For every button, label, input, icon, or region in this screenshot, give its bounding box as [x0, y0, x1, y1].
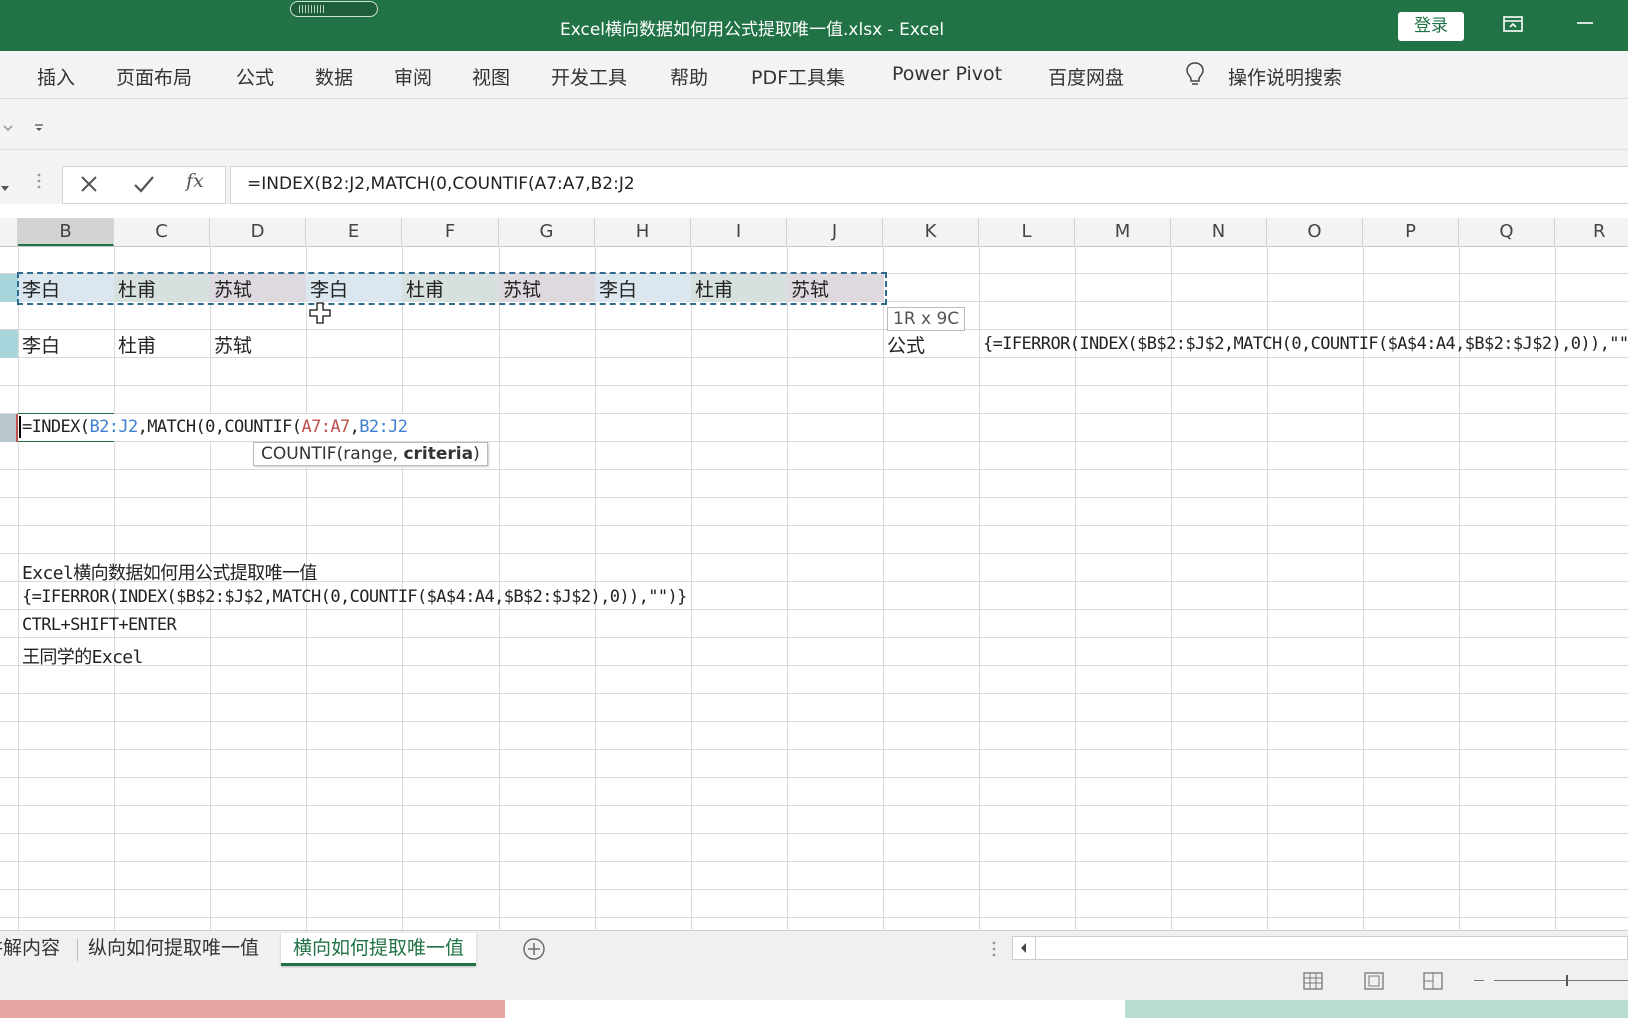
quick-access-toolbar [0, 99, 1628, 150]
cell-f2[interactable]: 杜甫 [406, 275, 444, 302]
cell-j2[interactable]: 苏轼 [791, 275, 829, 302]
column-header-f[interactable]: F [402, 218, 499, 246]
column-header-g[interactable]: G [499, 218, 595, 246]
column-header-n[interactable]: N [1171, 218, 1267, 246]
name-box-dropdown-icon[interactable] [0, 178, 10, 197]
column-header-l[interactable]: L [979, 218, 1075, 246]
tab-help[interactable]: 帮助 [670, 63, 708, 90]
column-header-p[interactable]: P [1363, 218, 1459, 246]
tell-me-search[interactable]: 操作说明搜索 [1228, 63, 1342, 90]
cell-l4[interactable]: {=IFERROR(INDEX($B$2:$J$2,MATCH(0,COUNTI… [983, 334, 1628, 354]
formula-part-index: =INDEX( [22, 417, 90, 437]
formula-text[interactable]: =INDEX(B2:J2,MATCH(0,COUNTIF(A7:A7,B2:J2 [247, 174, 635, 194]
zoom-out-icon[interactable] [1474, 980, 1484, 981]
customize-qat-icon[interactable] [34, 118, 44, 137]
zoom-slider[interactable] [1494, 980, 1628, 981]
add-sheet-icon[interactable] [522, 937, 546, 965]
tab-pdf-tools[interactable]: PDF工具集 [751, 63, 845, 90]
page-break-view-icon[interactable] [1422, 971, 1444, 995]
formula-ref-a7: A7:A7 [301, 417, 350, 437]
sheet-tab-horizontal-active[interactable]: 横向如何提取唯一值 [281, 933, 477, 966]
row-header-4-highlight[interactable] [0, 330, 18, 358]
function-argument-tooltip[interactable]: COUNTIF(range, criteria) [253, 442, 488, 466]
row-header-2-selected[interactable] [0, 274, 18, 302]
cell-b15[interactable]: 王同学的Excel [22, 643, 143, 669]
login-button[interactable]: 登录 [1398, 12, 1464, 41]
column-header-a-partial[interactable] [0, 218, 18, 246]
page-layout-view-icon[interactable] [1363, 971, 1385, 995]
cell-c2[interactable]: 杜甫 [118, 275, 156, 302]
func-tip-current-arg: criteria [403, 444, 474, 464]
cell-h2[interactable]: 李白 [599, 275, 637, 302]
tab-insert[interactable]: 插入 [37, 63, 75, 90]
column-header-m[interactable]: M [1075, 218, 1171, 246]
func-tip-name: COUNTIF(range, [261, 444, 404, 464]
cell-k4[interactable]: 公式 [887, 331, 925, 358]
tab-page-layout[interactable]: 页面布局 [116, 63, 192, 90]
bottom-strip-left [0, 1000, 505, 1018]
insert-function-fx-icon[interactable]: fx [186, 170, 204, 192]
cell-d4[interactable]: 苏轼 [214, 331, 252, 358]
formula-bar-splitter-icon[interactable] [36, 172, 42, 194]
func-tip-close: ) [473, 444, 480, 464]
window-title: Excel横向数据如何用公式提取唯一值.xlsx - Excel [560, 20, 945, 40]
cell-b13[interactable]: {=IFERROR(INDEX($B$2:$J$2,MATCH(0,COUNTI… [22, 587, 687, 607]
selection-size-tooltip: 1R x 9C [887, 307, 966, 331]
normal-view-icon[interactable] [1302, 971, 1324, 995]
horizontal-scrollbar[interactable] [1012, 936, 1628, 960]
column-header-q[interactable]: Q [1459, 218, 1555, 246]
ribbon-display-options-icon[interactable] [1500, 14, 1526, 40]
cell-b12[interactable]: Excel横向数据如何用公式提取唯一值 [22, 559, 317, 585]
cell-b2[interactable]: 李白 [22, 275, 60, 302]
zoom-slider-thumb[interactable] [1566, 975, 1568, 986]
formula-ref-b2-j2-second: B2:J2 [359, 417, 408, 437]
column-header-r[interactable]: R [1555, 218, 1628, 246]
cell-i2[interactable]: 杜甫 [695, 275, 733, 302]
bottom-strip-right [1125, 1000, 1628, 1018]
scroll-left-arrow-icon[interactable] [1013, 937, 1036, 959]
cell-d2[interactable]: 苏轼 [214, 275, 252, 302]
column-header-d[interactable]: D [210, 218, 306, 246]
column-header-k[interactable]: K [883, 218, 979, 246]
column-header-h[interactable]: H [595, 218, 691, 246]
tab-data[interactable]: 数据 [315, 63, 353, 90]
minimize-icon[interactable] [1572, 13, 1598, 39]
column-header-i[interactable]: I [691, 218, 787, 246]
tab-developer[interactable]: 开发工具 [551, 63, 627, 90]
tab-view[interactable]: 视图 [472, 63, 510, 90]
tab-review[interactable]: 审阅 [394, 63, 432, 90]
bottom-strip-center [505, 1000, 1125, 1018]
row-header-7-active[interactable] [0, 414, 18, 442]
tab-divider [77, 939, 78, 961]
touch-scroll-handle[interactable] [290, 1, 378, 17]
cell-b7-editing[interactable]: =INDEX(B2:J2,MATCH(0,COUNTIF(A7:A7,B2:J2 [22, 417, 408, 437]
cell-b14[interactable]: CTRL+SHIFT+ENTER [22, 615, 177, 635]
formula-part-match: ,MATCH(0,COUNTIF( [137, 417, 302, 437]
column-header-o[interactable]: O [1267, 218, 1363, 246]
chevron-down-icon[interactable] [2, 117, 14, 136]
column-header-j[interactable]: J [787, 218, 883, 246]
column-header-c[interactable]: C [114, 218, 210, 246]
sheet-tab-vertical[interactable]: 纵向如何提取唯一值 [88, 933, 259, 963]
formula-ref-b2-j2: B2:J2 [89, 417, 138, 437]
enter-check-icon[interactable] [131, 172, 157, 196]
text-caret [19, 416, 21, 438]
tab-baidu-netdisk[interactable]: 百度网盘 [1048, 63, 1124, 90]
lightbulb-icon[interactable] [1184, 60, 1206, 88]
tab-splitter-icon[interactable] [991, 940, 997, 962]
formula-part-comma: , [349, 417, 360, 437]
cancel-icon[interactable] [77, 172, 101, 196]
tab-power-pivot[interactable]: Power Pivot [892, 63, 1002, 85]
cell-e2[interactable]: 李白 [310, 275, 348, 302]
cell-c4[interactable]: 杜甫 [118, 331, 156, 358]
cell-g2[interactable]: 苏轼 [503, 275, 541, 302]
tab-formulas[interactable]: 公式 [236, 63, 274, 90]
cell-b4[interactable]: 李白 [22, 331, 60, 358]
column-header-e[interactable]: E [306, 218, 402, 246]
cell-cursor-icon [308, 301, 332, 329]
sheet-tab-explanation[interactable]: 讲解内容 [0, 933, 60, 963]
column-header-b[interactable]: B [18, 218, 114, 246]
